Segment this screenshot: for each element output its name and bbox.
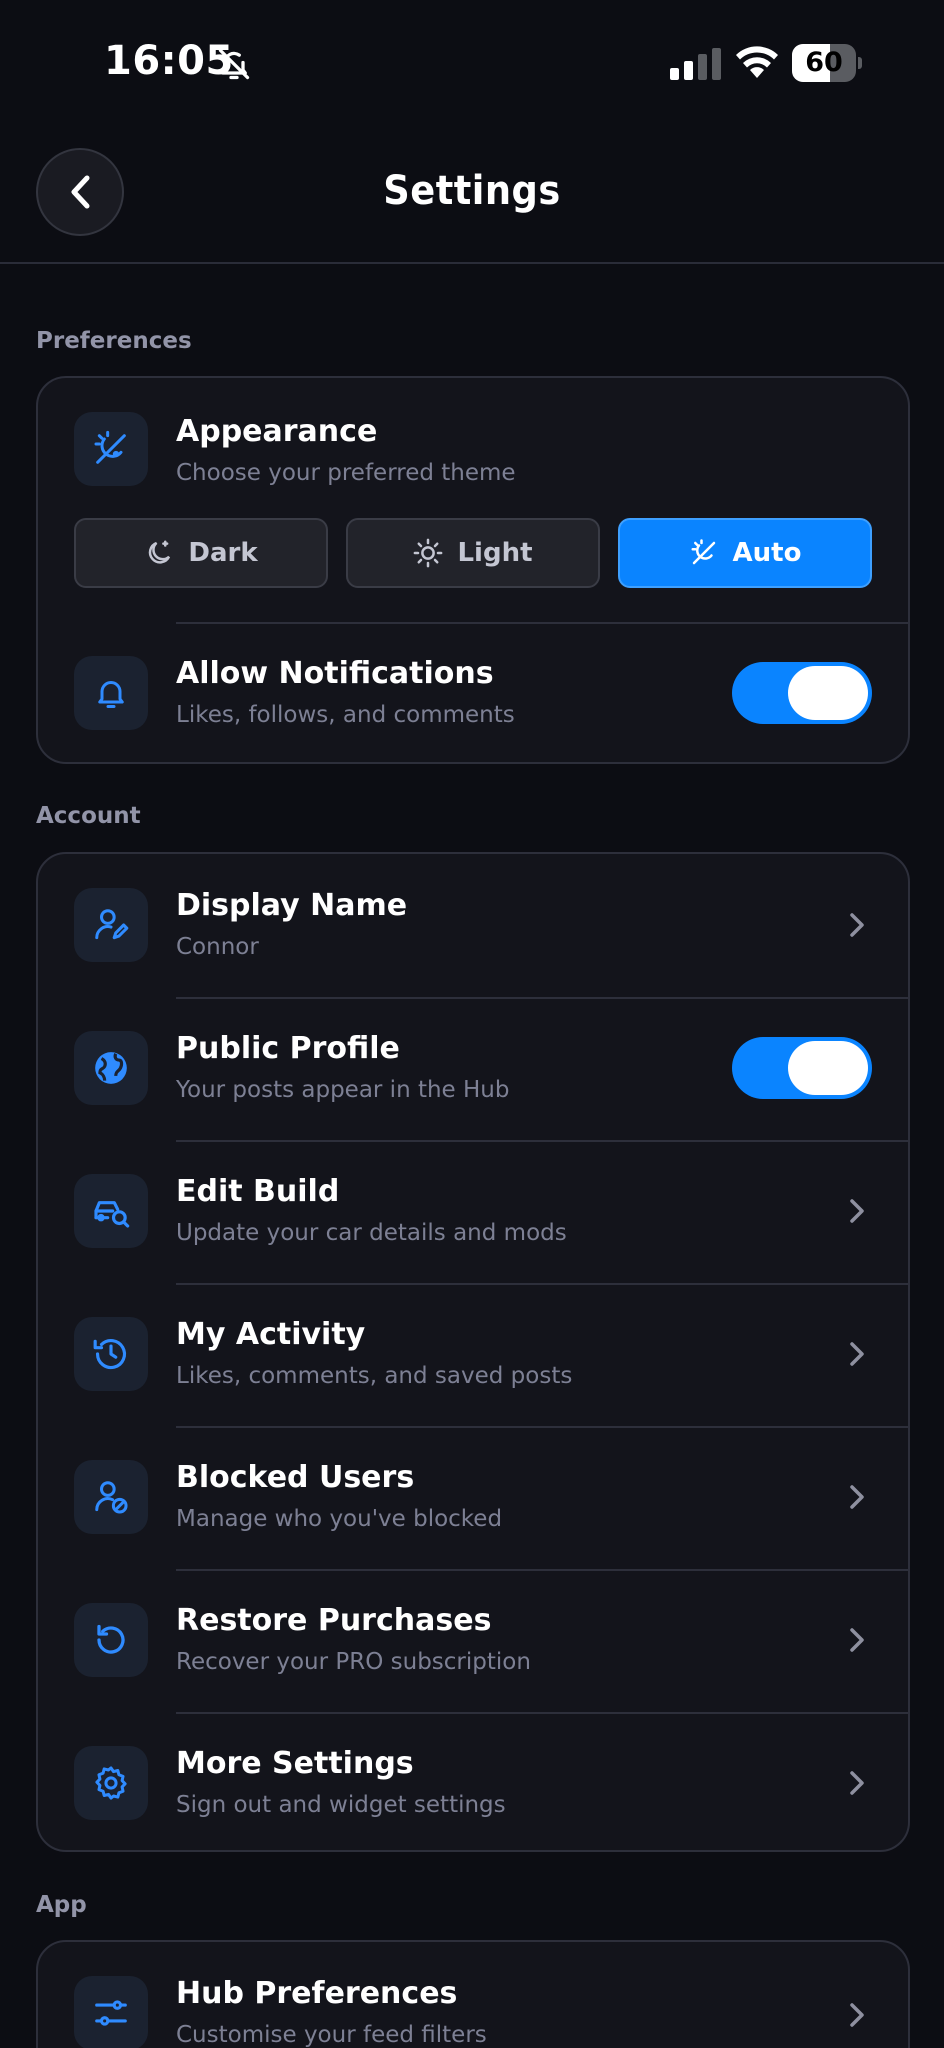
account-item-subtitle: Your posts appear in the Hub <box>176 1077 510 1103</box>
account-item-icon-box <box>74 1031 148 1105</box>
battery-indicator: 60 <box>792 44 862 82</box>
account-item-more-settings[interactable]: More Settings Sign out and widget settin… <box>38 1712 908 1850</box>
account-card: Display Name Connor Public Profile Your … <box>36 852 910 1852</box>
user-edit-icon <box>95 909 129 940</box>
account-item-subtitle: Connor <box>176 934 259 960</box>
account-item-title: Blocked Users <box>176 1460 415 1495</box>
notifications-icon-box <box>74 656 148 730</box>
section-label-account: Account <box>36 803 141 829</box>
account-item-subtitle: Update your car details and mods <box>176 1220 567 1246</box>
nav-bar: Settings <box>0 128 944 264</box>
chevron-right-icon <box>850 1628 864 1652</box>
account-item-icon-box <box>74 1603 148 1677</box>
app-item-icon-box <box>74 1976 148 2048</box>
account-item-title: More Settings <box>176 1746 414 1781</box>
notifications-setting: Allow Notifications Likes, follows, and … <box>38 622 908 762</box>
app-item-title: Hub Preferences <box>176 1976 458 2011</box>
user-blocked-icon <box>95 1481 128 1514</box>
account-item-title: Public Profile <box>176 1031 400 1066</box>
account-item-subtitle: Recover your PRO subscription <box>176 1649 531 1675</box>
account-item-title: My Activity <box>176 1317 366 1352</box>
app-item-hub-preferences[interactable]: Hub Preferences Customise your feed filt… <box>38 1942 908 2048</box>
account-item-display-name[interactable]: Display Name Connor <box>38 854 908 997</box>
theme-dark-button[interactable]: Dark <box>74 518 328 588</box>
page-title: Settings <box>383 168 561 214</box>
account-item-my-activity[interactable]: My Activity Likes, comments, and saved p… <box>38 1283 908 1426</box>
chevron-right-icon <box>850 1199 864 1223</box>
moon-icon <box>149 540 171 564</box>
chevron-right-icon <box>850 1342 864 1366</box>
section-label-app: App <box>36 1892 87 1918</box>
account-item-icon-box <box>74 1460 148 1534</box>
appearance-subtitle: Choose your preferred theme <box>176 460 516 486</box>
account-item-title: Restore Purchases <box>176 1603 492 1638</box>
chevron-right-icon <box>850 1771 864 1795</box>
theme-dark-label: Dark <box>188 538 258 568</box>
restore-icon <box>97 1624 125 1654</box>
account-item-subtitle: Sign out and widget settings <box>176 1792 506 1818</box>
chevron-right-icon <box>850 2003 864 2027</box>
account-item-title: Display Name <box>176 888 408 923</box>
globe-icon <box>95 1052 127 1084</box>
section-label-preferences: Preferences <box>36 328 192 354</box>
bell-icon <box>98 681 124 708</box>
account-item-subtitle: Manage who you've blocked <box>176 1506 503 1532</box>
notifications-toggle[interactable] <box>732 662 872 724</box>
app-card: Hub Preferences Customise your feed filt… <box>36 1940 910 2048</box>
app-item-subtitle: Customise your feed filters <box>176 2022 487 2048</box>
theme-light-button[interactable]: Light <box>346 518 600 588</box>
status-time: 16:05 <box>104 38 234 84</box>
chevron-right-icon <box>850 1485 864 1509</box>
preferences-card: Appearance Choose your preferred theme D… <box>36 376 910 764</box>
notifications-subtitle: Likes, follows, and comments <box>176 702 515 728</box>
account-item-icon-box <box>74 1746 148 1820</box>
public-profile-toggle[interactable] <box>732 1037 872 1099</box>
sliders-icon <box>95 2000 127 2026</box>
sun-icon <box>414 538 443 568</box>
auto-theme-icon <box>94 430 126 464</box>
account-item-restore-purchases[interactable]: Restore Purchases Recover your PRO subsc… <box>38 1569 908 1712</box>
account-item-title: Edit Build <box>176 1174 340 1209</box>
appearance-icon-box <box>74 412 148 486</box>
gear-icon <box>95 1766 127 1800</box>
account-item-edit-build[interactable]: Edit Build Update your car details and m… <box>38 1140 908 1283</box>
account-item-icon-box <box>74 1174 148 1248</box>
history-icon <box>93 1339 127 1370</box>
battery-percent: 60 <box>805 47 843 78</box>
account-item-subtitle: Likes, comments, and saved posts <box>176 1363 573 1389</box>
wifi-icon <box>736 46 778 78</box>
auto-theme-icon <box>691 539 715 565</box>
account-item-public-profile: Public Profile Your posts appear in the … <box>38 997 908 1140</box>
account-item-icon-box <box>74 888 148 962</box>
theme-auto-button[interactable]: Auto <box>618 518 872 588</box>
status-bar: 16:05 60 <box>0 0 944 128</box>
appearance-title: Appearance <box>176 414 378 449</box>
theme-auto-label: Auto <box>732 538 802 568</box>
account-item-blocked-users[interactable]: Blocked Users Manage who you've blocked <box>38 1426 908 1569</box>
car-search-icon <box>94 1201 130 1228</box>
cellular-signal-icon <box>670 48 721 80</box>
notifications-title: Allow Notifications <box>176 656 494 691</box>
account-item-icon-box <box>74 1317 148 1391</box>
theme-selector: Dark Light Auto <box>74 518 874 590</box>
settings-screen: 16:05 60 Settings Preferences Appearance… <box>0 0 944 2048</box>
bell-off-icon <box>218 48 250 80</box>
chevron-right-icon <box>850 913 864 937</box>
theme-light-label: Light <box>457 538 533 568</box>
